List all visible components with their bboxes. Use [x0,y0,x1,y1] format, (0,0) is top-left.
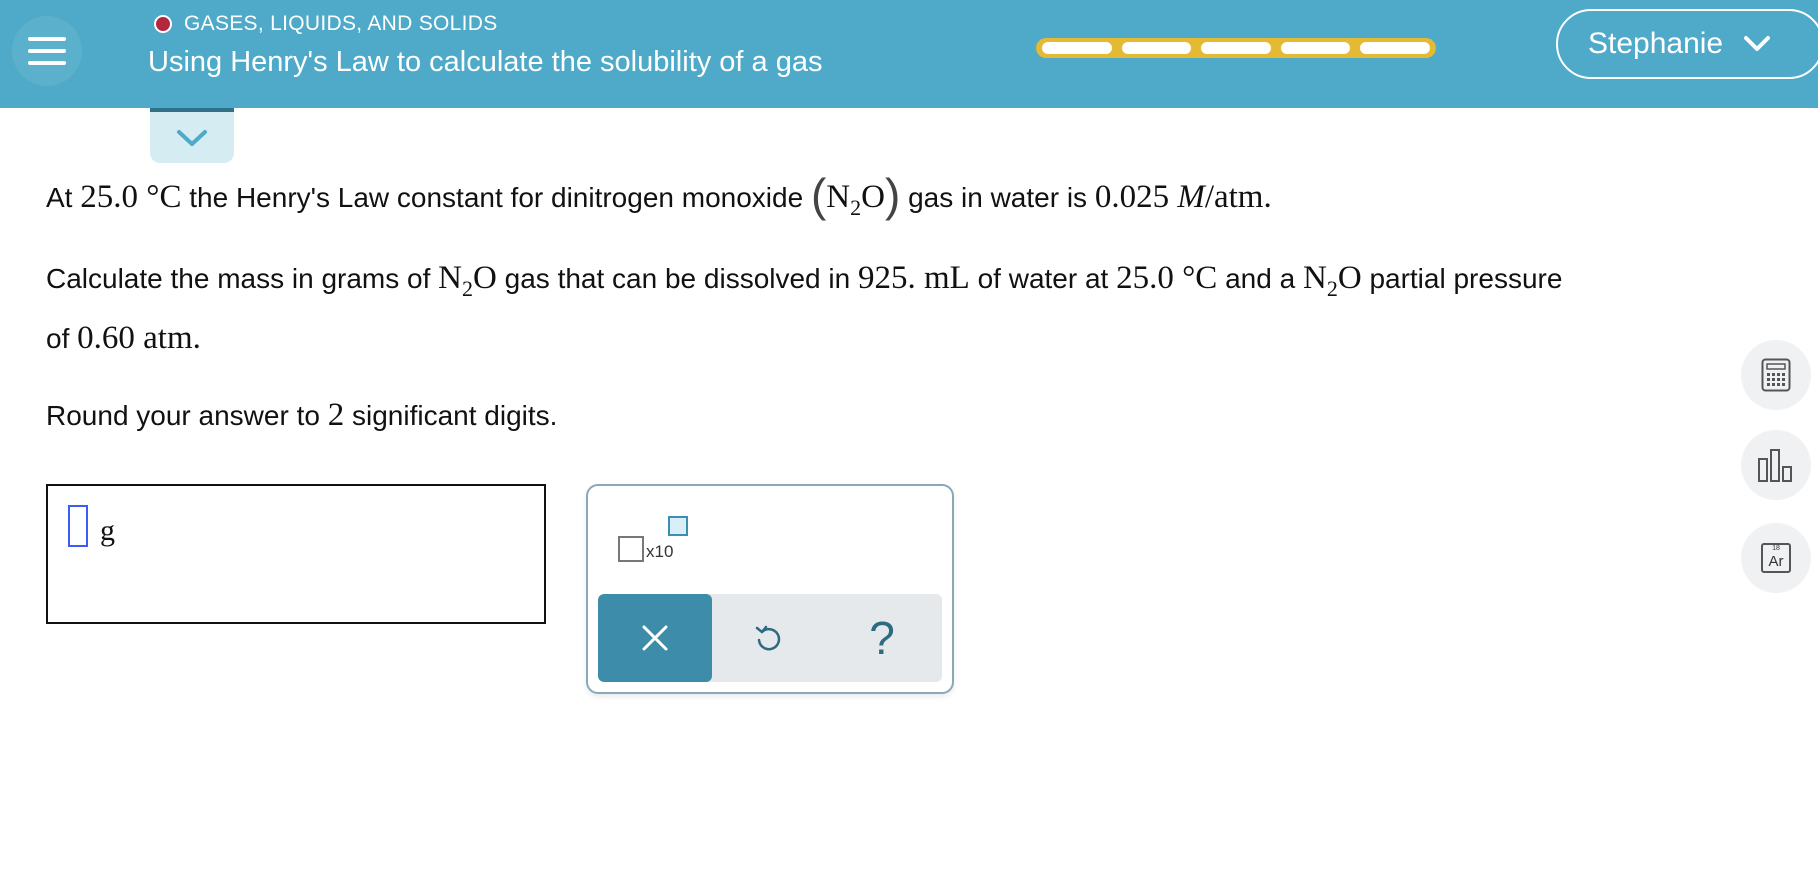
answer-area: g [46,484,546,624]
volume: 925. mL [857,260,970,296]
progress-segment [1121,42,1192,54]
formula-n2o: N2O [826,179,885,220]
lesson-title: Using Henry's Law to calculate the solub… [148,46,823,78]
user-menu-button[interactable]: Stephanie [1556,9,1818,79]
instruction-line: Round your answer to 2 significant digit… [46,397,557,434]
topic-label: GASES, LIQUIDS, AND SOLIDS [184,12,498,35]
element-symbol: Ar [1768,553,1784,570]
base-box [618,536,644,562]
undo-button[interactable] [748,618,788,658]
scientific-notation-button[interactable]: x10 [618,516,688,566]
text: At [46,182,73,213]
henry-constant: 0.025 M/atm. [1094,179,1272,215]
progress-segment [1201,42,1271,54]
text: and a [1225,263,1296,294]
exponent-box [668,516,688,536]
text: Calculate the mass in grams of [46,263,431,294]
answer-input[interactable] [68,505,88,547]
user-name: Stephanie [1588,27,1724,60]
text: significant digits. [352,400,558,431]
progress-bar [1036,38,1436,58]
chevron-down-icon [177,129,207,146]
temperature: 25.0 °C [80,179,182,215]
text: Round your answer to [46,400,320,431]
formula-n2o: N2O [1302,260,1362,301]
text: the Henry's Law constant for dinitrogen … [189,182,804,213]
question-line-1: At 25.0 °C the Henry's Law constant for … [46,168,1272,222]
menu-button[interactable] [12,16,82,86]
collapse-toggle[interactable] [150,108,234,163]
action-bar: ? [598,594,942,682]
calculator-icon [1761,358,1791,392]
sig-digits: 2 [327,397,345,433]
topic-row: GASES, LIQUIDS, AND SOLIDS [154,12,498,36]
formula-n2o: N2O [438,260,497,301]
question-line-3: of 0.60 atm. [46,320,201,357]
top-bar: GASES, LIQUIDS, AND SOLIDS Using Henry's… [0,0,1818,108]
text: of water at [977,263,1109,294]
text: gas in water is [908,182,1088,213]
periodic-table-button[interactable]: 18 Ar [1741,523,1811,593]
pressure: 0.60 atm. [77,320,201,356]
x10-label: x10 [646,542,674,561]
text: of [46,323,70,354]
bar-chart-icon [1758,449,1792,482]
periodic-table-icon: 18 Ar [1761,543,1791,573]
paren-open: ( [810,169,827,221]
close-icon [642,625,668,651]
help-button[interactable]: ? [862,608,902,668]
undo-icon [755,625,781,651]
text: partial pressure [1369,263,1563,294]
data-button[interactable] [1741,430,1811,500]
calculator-button[interactable] [1741,340,1811,410]
progress-segment [1042,42,1112,54]
progress-segment [1280,42,1351,54]
hamburger-icon [28,37,66,65]
clear-button[interactable] [598,594,712,682]
chevron-down-icon [1744,36,1771,51]
progress-segment [1360,42,1430,54]
math-keypad: x10 ? [586,484,954,694]
atomic-number: 18 [1772,545,1780,552]
temperature: 25.0 °C [1116,260,1218,296]
text: gas that can be dissolved in [504,263,851,294]
topic-status-dot [154,15,172,33]
question-line-2: Calculate the mass in grams of N2O gas t… [46,260,1562,302]
paren-close: ) [884,169,901,221]
answer-unit: g [100,514,115,547]
